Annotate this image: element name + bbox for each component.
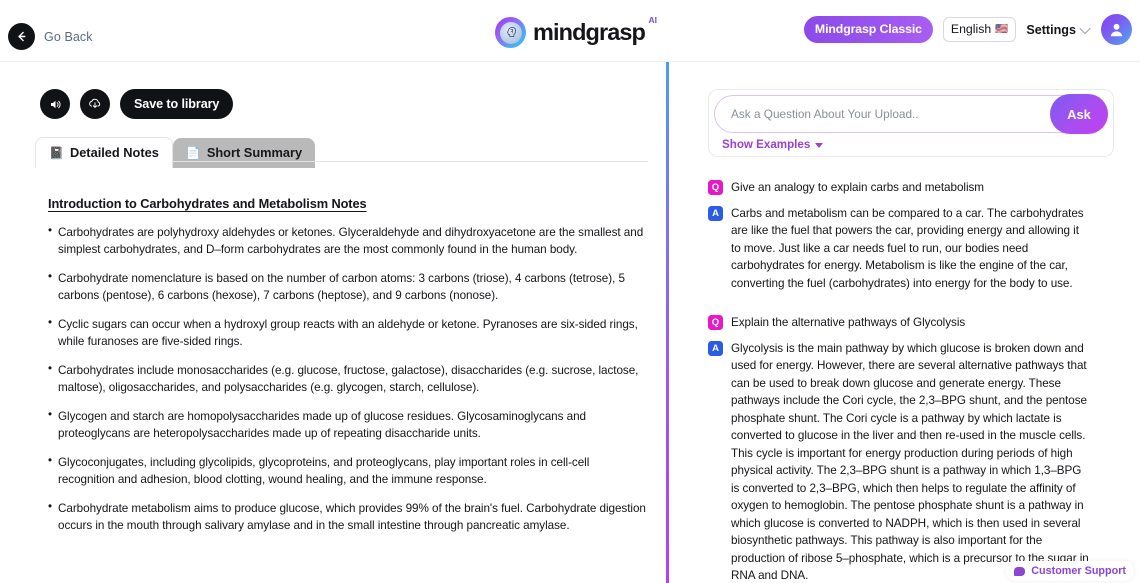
customer-support-widget[interactable]: Customer Support (1006, 561, 1134, 581)
language-label: English (950, 22, 992, 36)
chat-bubble-icon (1014, 566, 1026, 576)
notes-tabs: 📓 Detailed Notes 📄 Short Summary (0, 119, 666, 168)
mindgrasp-classic-button[interactable]: Mindgrasp Classic (803, 16, 933, 43)
question-badge: Q (708, 315, 723, 330)
notes-body: Introduction to Carbohydrates and Metabo… (0, 168, 666, 543)
brain-head-logo-icon (494, 17, 526, 48)
document-icon: 📄 (185, 145, 201, 160)
list-item: Glycogen and starch are homopolysacchari… (48, 407, 646, 442)
answer-text: Carbs and metabolism can be compared to … (731, 206, 1084, 290)
qa-item: Q Explain the alternative pathways of Gl… (708, 314, 1118, 583)
section-heading: Introduction to Carbohydrates and Metabo… (48, 196, 367, 211)
go-back-label: Go Back (44, 29, 93, 44)
answer-row: A Carbs and metabolism can be compared t… (708, 205, 1118, 293)
go-back-button[interactable]: Go Back (8, 23, 93, 50)
show-examples-toggle[interactable]: Show Examples (722, 138, 824, 151)
list-item: Carbohydrate nomenclature is based on th… (48, 269, 646, 304)
question-row: Q Give an analogy to explain carbs and m… (708, 179, 1118, 197)
ask-question-input[interactable] (714, 95, 1108, 133)
chevron-down-icon (815, 142, 824, 148)
chevron-down-icon (1079, 22, 1091, 34)
notes-panel: Save to library 📓 Detailed Notes 📄 Short… (0, 62, 666, 583)
arrow-left-icon (8, 23, 35, 50)
tab-detailed-notes-label: Detailed Notes (69, 145, 159, 160)
brand-name: mindgrasp AI (532, 15, 657, 46)
app-header: Go Back mindgrasp AI Mindgrasp Classic E… (0, 0, 1140, 62)
tab-detailed-notes[interactable]: 📓 Detailed Notes (35, 137, 173, 168)
list-item: Carbohydrates include monosaccharides (e… (48, 361, 646, 396)
brand-logo[interactable]: mindgrasp AI (494, 15, 657, 48)
header-actions: Mindgrasp Classic English 🇺🇸 Settings (803, 14, 1132, 45)
qa-list: Q Give an analogy to explain carbs and m… (708, 179, 1118, 583)
qa-panel: Ask Show Examples Q Give an analogy to e… (666, 62, 1140, 583)
us-flag-icon: 🇺🇸 (995, 22, 1009, 35)
answer-badge: A (708, 205, 723, 221)
question-text: Explain the alternative pathways of Glyc… (731, 316, 966, 329)
language-selector[interactable]: English 🇺🇸 (942, 17, 1017, 42)
answer-row: A Glycolysis is the main pathway by whic… (708, 340, 1118, 583)
tab-short-summary[interactable]: 📄 Short Summary (172, 138, 316, 168)
ask-card: Ask Show Examples (708, 89, 1114, 157)
speaker-volume-icon[interactable] (40, 89, 70, 119)
user-avatar-icon[interactable] (1101, 14, 1132, 45)
answer-text: Glycolysis is the main pathway by which … (731, 341, 1089, 583)
ask-input-row: Ask (714, 94, 1108, 134)
settings-label: Settings (1026, 22, 1076, 37)
question-text: Give an analogy to explain carbs and met… (731, 181, 984, 194)
customer-support-label: Customer Support (1031, 565, 1126, 577)
question-row: Q Explain the alternative pathways of Gl… (708, 314, 1118, 332)
notes-toolbar: Save to library (0, 62, 666, 119)
qa-item: Q Give an analogy to explain carbs and m… (708, 179, 1118, 292)
list-item: Carbohydrate metabolism aims to produce … (48, 499, 646, 534)
ask-button[interactable]: Ask (1050, 94, 1108, 134)
section-bullet-list: Carbohydrates are polyhydroxy aldehydes … (48, 223, 646, 534)
main-content: Save to library 📓 Detailed Notes 📄 Short… (0, 62, 1140, 583)
brand-wordmark: mindgrasp (532, 19, 646, 45)
list-item: Cyclic sugars can occur when a hydroxyl … (48, 315, 646, 350)
brand-superscript: AI (648, 15, 658, 25)
list-item: Carbohydrates are polyhydroxy aldehydes … (48, 223, 646, 258)
cloud-download-icon[interactable] (80, 89, 110, 119)
answer-badge: A (708, 340, 723, 356)
show-examples-label: Show Examples (722, 138, 811, 151)
save-to-library-button[interactable]: Save to library (120, 89, 234, 119)
tab-short-summary-label: Short Summary (206, 145, 303, 160)
settings-menu[interactable]: Settings (1026, 22, 1091, 37)
notebook-icon: 📓 (49, 145, 64, 160)
list-item: Glycoconjugates, including glycolipids, … (48, 453, 646, 488)
question-badge: Q (708, 180, 723, 195)
